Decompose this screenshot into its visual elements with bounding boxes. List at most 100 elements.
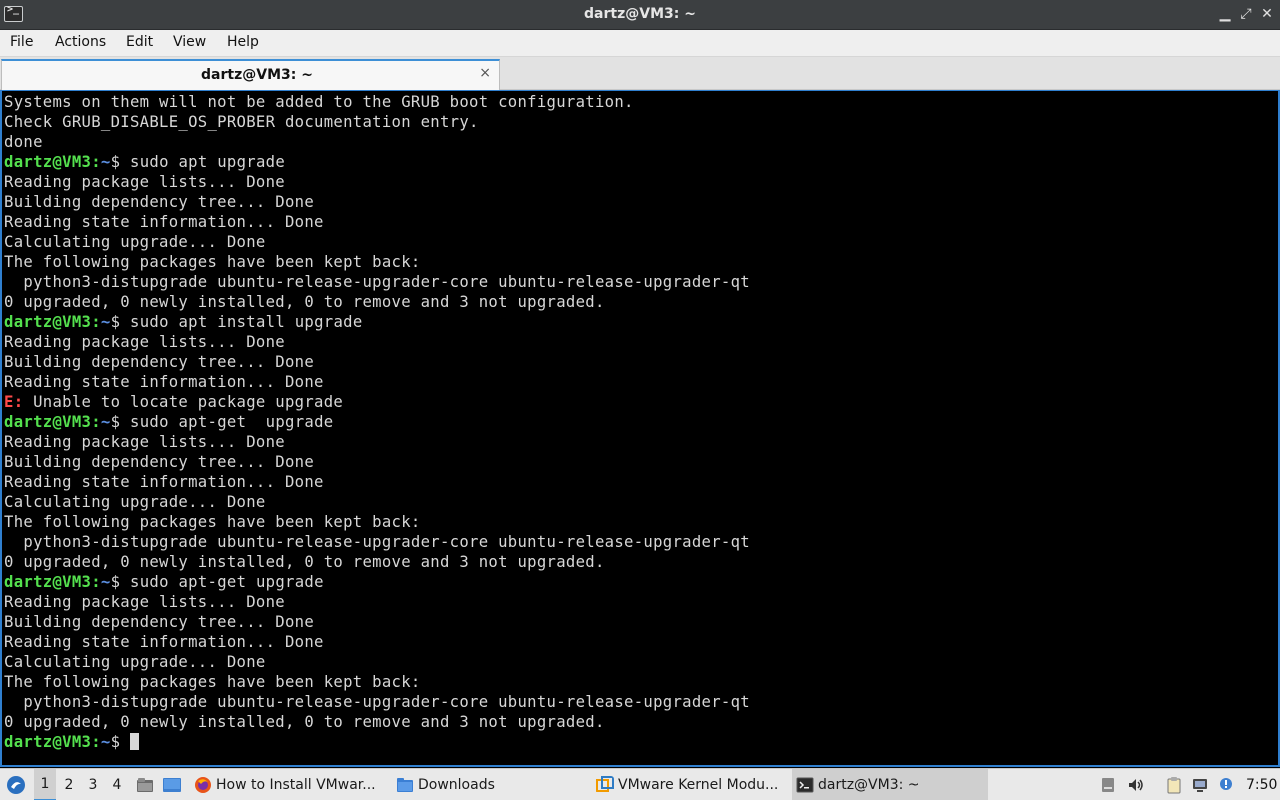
terminal-output-line: Reading state information... Done xyxy=(4,633,324,651)
terminal-output-line: Reading state information... Done xyxy=(4,213,324,231)
prompt-separator: : xyxy=(91,733,101,751)
workspace-1[interactable]: 1 xyxy=(34,769,56,800)
terminal-output-line: Reading package lists... Done xyxy=(4,433,285,451)
task-firefox[interactable]: How to Install VMwar... xyxy=(190,769,388,800)
terminal-command-line: dartz@VM3:~$ sudo apt upgrade xyxy=(4,153,750,173)
terminal-output-line: done xyxy=(4,133,43,151)
terminal-output-line: Reading package lists... Done xyxy=(4,593,285,611)
terminal-output-line: Building dependency tree... Done xyxy=(4,453,315,471)
prompt-separator: : xyxy=(91,573,101,591)
prompt-path: ~ xyxy=(100,153,111,171)
prompt-user: dartz@VM3 xyxy=(4,573,92,591)
prompt-user: dartz@VM3 xyxy=(4,413,92,431)
prompt-user: dartz@VM3 xyxy=(4,313,92,331)
terminal-output-line: The following packages have been kept ba… xyxy=(4,513,421,531)
error-label: E: xyxy=(4,393,24,411)
terminal-output-line: The following packages have been kept ba… xyxy=(4,253,421,271)
prompt-path: ~ xyxy=(100,733,111,751)
terminal-output-line: The following packages have been kept ba… xyxy=(4,673,421,691)
taskbar: 1 2 3 4 How to Install VMwar... Download… xyxy=(0,768,1280,800)
clipboard-icon[interactable] xyxy=(1164,769,1184,800)
task-label: dartz@VM3: ~ xyxy=(818,777,920,793)
task-terminal[interactable]: dartz@VM3: ~ xyxy=(792,769,988,800)
task-downloads[interactable]: Downloads xyxy=(392,769,588,800)
workspace-2[interactable]: 2 xyxy=(58,769,80,800)
tab-close-icon[interactable]: × xyxy=(479,65,491,81)
menu-bar: File Actions Edit View Help xyxy=(0,30,1280,57)
prompt-symbol: $ xyxy=(110,313,130,331)
terminal-output-line: 0 upgraded, 0 newly installed, 0 to remo… xyxy=(4,293,605,311)
file-manager-icon[interactable] xyxy=(134,769,156,800)
terminal-output-line: Systems on them will not be added to the… xyxy=(4,93,634,111)
terminal-output-line: Check GRUB_DISABLE_OS_PROBER documentati… xyxy=(4,113,479,131)
task-label: VMware Kernel Modu... xyxy=(618,777,779,793)
menu-edit[interactable]: Edit xyxy=(126,34,153,50)
terminal-command-line: dartz@VM3:~$ sudo apt-get upgrade xyxy=(4,573,750,593)
prompt-user: dartz@VM3 xyxy=(4,153,92,171)
prompt-path: ~ xyxy=(100,313,111,331)
menu-view[interactable]: View xyxy=(173,34,206,50)
tab-bar: dartz@VM3: ~ × xyxy=(0,57,1280,90)
terminal-output-line: Reading package lists... Done xyxy=(4,173,285,191)
task-label: How to Install VMwar... xyxy=(216,777,376,793)
terminal-output-line: python3-distupgrade ubuntu-release-upgra… xyxy=(4,533,750,551)
vmware-icon xyxy=(596,776,614,792)
prompt-symbol: $ xyxy=(110,153,130,171)
minimize-icon[interactable]: ▁ xyxy=(1216,5,1234,23)
workspace-3[interactable]: 3 xyxy=(82,769,104,800)
task-vmware[interactable]: VMware Kernel Modu... xyxy=(592,769,788,800)
command-text: sudo apt upgrade xyxy=(130,153,286,171)
window-title: dartz@VM3: ~ xyxy=(584,6,696,22)
show-desktop-icon[interactable] xyxy=(160,769,184,800)
terminal-output-line: Calculating upgrade... Done xyxy=(4,233,266,251)
terminal-output-line: Building dependency tree... Done xyxy=(4,193,315,211)
clock[interactable]: 7:50 xyxy=(1246,769,1277,800)
window-titlebar[interactable]: >_ dartz@VM3: ~ ▁ ⤢ ✕ xyxy=(0,0,1280,30)
command-text: sudo apt-get upgrade xyxy=(130,573,324,591)
error-text: Unable to locate package upgrade xyxy=(23,393,344,411)
notification-icon[interactable] xyxy=(1216,769,1236,800)
terminal-output-line: python3-distupgrade ubuntu-release-upgra… xyxy=(4,273,750,291)
command-text: sudo apt-get upgrade xyxy=(130,413,334,431)
volume-icon[interactable] xyxy=(1126,769,1146,800)
menu-actions[interactable]: Actions xyxy=(55,34,106,50)
terminal-command-line: dartz@VM3:~$ xyxy=(4,733,750,753)
terminal-output-line: Calculating upgrade... Done xyxy=(4,493,266,511)
text-cursor xyxy=(130,733,139,750)
tab-terminal[interactable]: dartz@VM3: ~ × xyxy=(1,59,500,90)
terminal-icon xyxy=(796,777,814,793)
command-text: sudo apt install upgrade xyxy=(130,313,363,331)
terminal-output-line: Building dependency tree... Done xyxy=(4,613,315,631)
terminal-output-line: Building dependency tree... Done xyxy=(4,353,315,371)
prompt-symbol: $ xyxy=(110,733,130,751)
menu-help[interactable]: Help xyxy=(227,34,259,50)
terminal-error-line: E: Unable to locate package upgrade xyxy=(4,393,750,413)
terminal-output-line: Reading state information... Done xyxy=(4,473,324,491)
removable-drive-icon[interactable] xyxy=(1098,769,1118,800)
task-label: Downloads xyxy=(418,777,495,793)
prompt-separator: : xyxy=(91,413,101,431)
folder-icon xyxy=(397,778,413,792)
prompt-symbol: $ xyxy=(110,413,130,431)
terminal-output-line: Reading package lists... Done xyxy=(4,333,285,351)
menu-file[interactable]: File xyxy=(10,34,33,50)
network-icon[interactable] xyxy=(1190,769,1210,800)
terminal-lines: Systems on them will not be added to the… xyxy=(4,93,750,753)
terminal-output-line: Reading state information... Done xyxy=(4,373,324,391)
terminal-output-line: 0 upgraded, 0 newly installed, 0 to remo… xyxy=(4,713,605,731)
terminal-output-line: 0 upgraded, 0 newly installed, 0 to remo… xyxy=(4,553,605,571)
terminal-command-line: dartz@VM3:~$ sudo apt-get upgrade xyxy=(4,413,750,433)
terminal-command-line: dartz@VM3:~$ sudo apt install upgrade xyxy=(4,313,750,333)
terminal-output-line: Calculating upgrade... Done xyxy=(4,653,266,671)
lubuntu-start-icon[interactable] xyxy=(4,769,28,800)
firefox-icon xyxy=(195,777,211,793)
terminal-output-line: python3-distupgrade ubuntu-release-upgra… xyxy=(4,693,750,711)
prompt-path: ~ xyxy=(100,413,111,431)
restore-icon[interactable]: ⤢ xyxy=(1237,5,1255,23)
prompt-symbol: $ xyxy=(110,573,130,591)
prompt-separator: : xyxy=(91,313,101,331)
workspace-4[interactable]: 4 xyxy=(106,769,128,800)
terminal-output[interactable]: Systems on them will not be added to the… xyxy=(0,90,1280,767)
close-icon[interactable]: ✕ xyxy=(1258,5,1276,23)
prompt-path: ~ xyxy=(100,573,111,591)
